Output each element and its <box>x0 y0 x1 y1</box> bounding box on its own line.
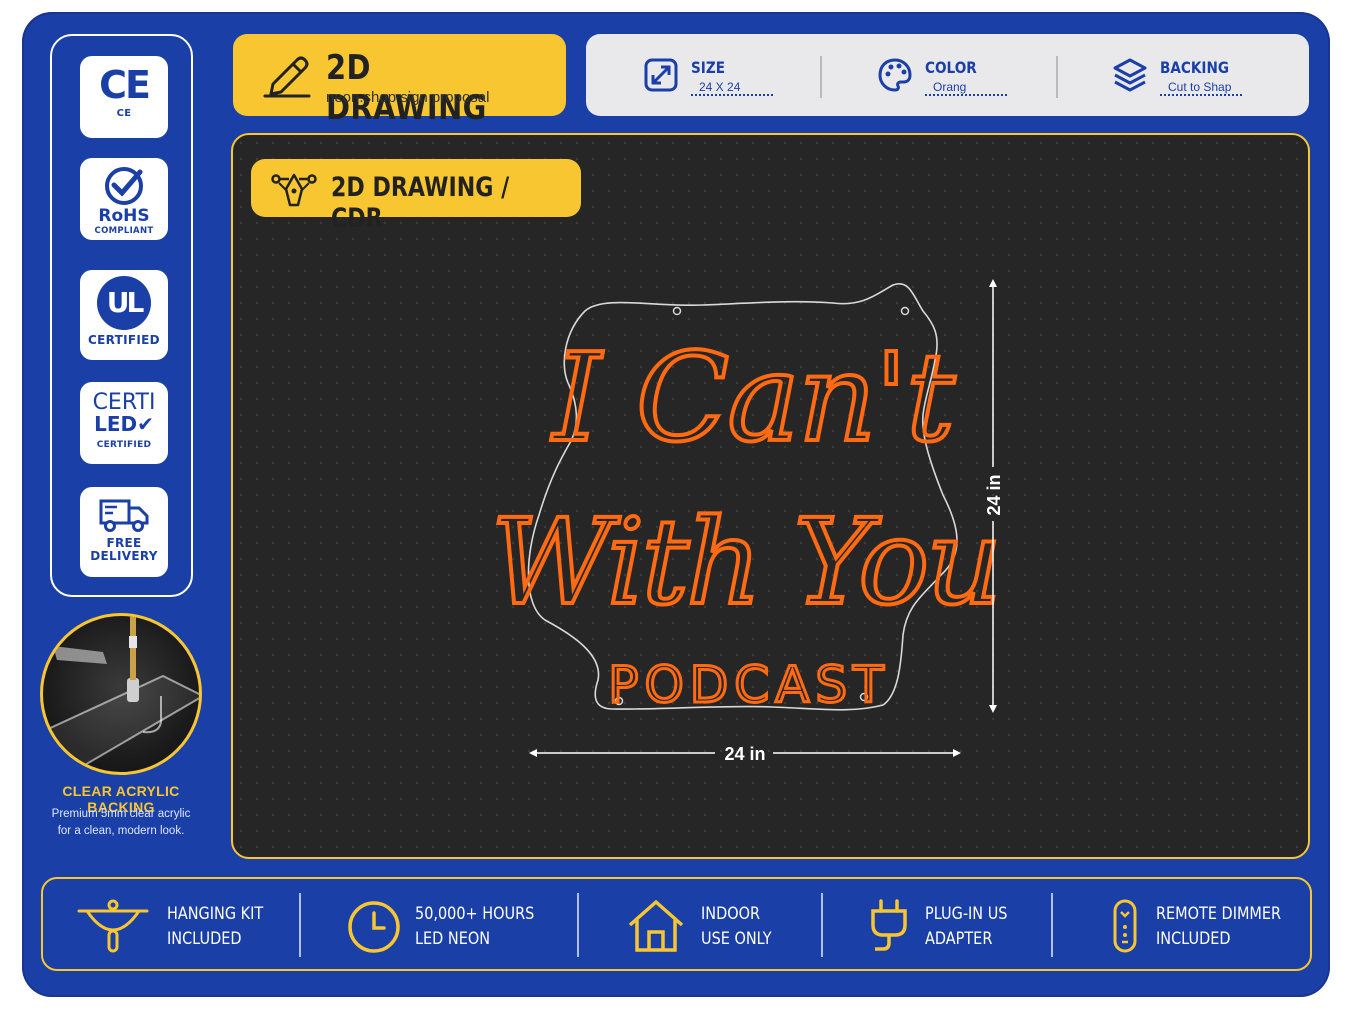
pen-drawing-icon <box>263 56 311 98</box>
spec-bar: SIZE 24 X 24 COLOR Orang BACKING Cut to … <box>586 34 1309 116</box>
spec-divider <box>820 56 822 98</box>
drawing-canvas: 2D DRAWING / CDR I Can't With You PODCAS… <box>231 133 1310 859</box>
feature-plug: PLUG-IN US ADAPTER <box>869 879 1069 973</box>
feature-hanging-kit: HANGING KIT INCLUDED <box>77 879 307 973</box>
sign-line-1: I Can't <box>551 327 956 469</box>
header-title: 2D DRAWING <box>326 48 487 128</box>
certiled-badge: CERTI LED✔ CERTIFIED <box>80 382 168 464</box>
checkmark-icon: ✔ <box>137 412 154 436</box>
ce-mark: CE <box>99 63 151 107</box>
feature-dimmer-line2: INCLUDED <box>1156 929 1231 949</box>
feature-indoor: INDOOR USE ONLY <box>627 879 827 973</box>
neon-sign-drawing: I Can't With You PODCAST 24 in 24 in <box>489 279 1004 764</box>
feature-lifetime: 50,000+ HOURS LED NEON <box>346 879 576 973</box>
arrow-down-icon <box>989 705 997 713</box>
feature-hanging-kit-line2: INCLUDED <box>167 929 242 949</box>
ce-caption: CE <box>116 108 132 119</box>
free-delivery-badge: FREE DELIVERY <box>80 487 168 577</box>
spec-size-value: 24 X 24 <box>691 80 773 96</box>
resize-icon <box>644 58 678 92</box>
sign-line-2: With You <box>491 493 1000 631</box>
plug-icon <box>871 899 907 951</box>
certiled-caption: CERTIFIED <box>96 440 152 450</box>
feature-divider <box>1051 893 1053 957</box>
width-label: 24 in <box>724 744 765 764</box>
feature-dimmer: REMOTE DIMMER INCLUDED <box>1112 879 1302 973</box>
acrylic-desc-line2: for a clean, modern look. <box>57 824 185 837</box>
certification-badges: CE CE RoHS COMPLIANT UL CERTIFIED CERTI … <box>50 34 193 597</box>
remote-icon <box>1113 899 1137 953</box>
ul-mark: UL <box>97 276 151 330</box>
spec-divider <box>1056 56 1058 98</box>
certiled-line2: LED <box>94 412 138 436</box>
rohs-badge: RoHS COMPLIANT <box>80 158 168 240</box>
acrylic-description: Premium 5mm clear acrylic for a clean, m… <box>30 806 212 839</box>
feature-plug-line1: PLUG-IN US <box>925 904 1008 924</box>
house-icon <box>628 900 684 952</box>
drawing-header: 2D DRAWING neon.shop sign proposal <box>233 34 566 128</box>
layers-icon <box>1113 58 1147 92</box>
check-circle-icon <box>105 167 143 205</box>
ul-caption: CERTIFIED <box>88 333 160 347</box>
feature-divider <box>299 893 301 957</box>
spec-color-label: COLOR <box>925 58 977 77</box>
feature-plug-line2: ADAPTER <box>925 929 993 949</box>
mounting-hole <box>900 306 910 316</box>
arrow-left-icon <box>529 749 537 757</box>
sign-line-3: PODCAST <box>608 656 889 714</box>
feature-lifetime-line2: LED NEON <box>415 929 491 949</box>
feature-indoor-line1: INDOOR <box>701 904 760 924</box>
feature-dimmer-line1: REMOTE DIMMER <box>1156 904 1282 924</box>
feature-lifetime-line1: 50,000+ HOURS <box>415 904 535 924</box>
clock-icon <box>348 901 400 953</box>
arrow-right-icon <box>953 749 961 757</box>
header-subtitle: neon.shop sign proposal <box>326 89 490 106</box>
acrylic-backing-photo <box>40 613 202 775</box>
feature-indoor-line2: USE ONLY <box>701 929 772 949</box>
height-label: 24 in <box>984 474 1004 515</box>
delivery-line2: DELIVERY <box>90 548 158 563</box>
arrow-up-icon <box>989 279 997 287</box>
ce-badge: CE CE <box>80 56 168 138</box>
rohs-caption: COMPLIANT <box>94 226 154 236</box>
ul-badge: UL CERTIFIED <box>80 270 168 360</box>
certiled-line1: CERTI <box>92 390 156 415</box>
spec-backing-label: BACKING <box>1160 58 1230 77</box>
feature-divider <box>821 893 823 957</box>
spec-color-value: Orang <box>925 80 1007 96</box>
features-bar: HANGING KIT INCLUDED 50,000+ HOURS LED NEO… <box>41 877 1312 971</box>
palette-icon <box>878 58 912 92</box>
spec-backing-value: Cut to Shap <box>1160 80 1242 96</box>
rohs-mark: RoHS <box>98 206 150 226</box>
acrylic-desc-line1: Premium 5mm clear acrylic <box>51 808 191 820</box>
feature-divider <box>577 893 579 957</box>
mounting-hole <box>672 306 682 316</box>
acrylic-standoff-illustration <box>43 616 199 768</box>
hanging-kit-icon <box>77 899 149 953</box>
feature-hanging-kit-line1: HANGING KIT <box>167 904 264 924</box>
delivery-truck-icon <box>99 499 149 532</box>
spec-size-label: SIZE <box>691 58 726 77</box>
